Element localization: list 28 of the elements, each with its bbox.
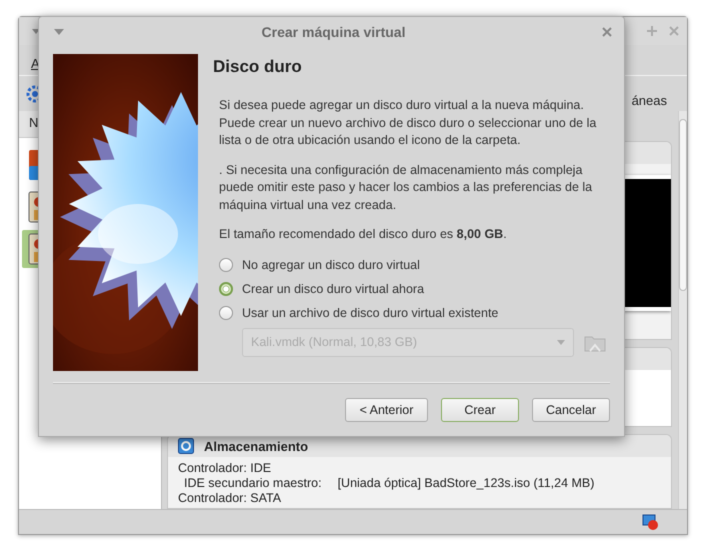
radio-button[interactable]: [219, 258, 233, 272]
panel-title: Almacenamiento: [204, 438, 308, 454]
radio-label[interactable]: Crear un disco duro virtual ahora: [242, 282, 424, 296]
scrollbar[interactable]: [678, 111, 687, 509]
dialog-button[interactable]: < Anterior: [345, 398, 428, 422]
close-icon[interactable]: [669, 26, 679, 36]
network-alert-icon[interactable]: [642, 514, 659, 530]
storage-value: [Uniada óptica] BadStore_123s.iso (11,24 MB): [338, 476, 594, 492]
window-menu-icon[interactable]: [53, 27, 65, 36]
description-text: Si desea puede agregar un disco duro virtual a la nueva máquina. Puede crear un nuevo archivo de disco duro o seleccionar uno de la lista o de otra ubicación usando el icono de la carpeta.: [219, 97, 598, 149]
dialog-button[interactable]: Crear: [441, 398, 519, 422]
maximize-icon[interactable]: [647, 26, 657, 36]
storage-label: Controlador: SATA: [178, 491, 282, 506]
storage-label: IDE secundario maestro:: [184, 476, 322, 492]
storage-icon: [178, 438, 194, 454]
radio-button[interactable]: [219, 282, 233, 296]
close-icon[interactable]: [602, 26, 612, 36]
radio-label[interactable]: No agregar un disco duro virtual: [242, 258, 420, 272]
column-header: N: [29, 115, 38, 130]
toolbar-label[interactable]: áneas: [632, 79, 681, 108]
radio-button[interactable]: [219, 306, 233, 320]
description-text: . Si necesita una configuración de almacenamiento más compleja puede omitir este paso y hacer los cambios a las preferencias de la máquina virtual una vez creada.: [219, 162, 594, 214]
dialog-title: Crear máquina virtual: [260, 24, 406, 40]
page-heading: Disco duro: [213, 57, 303, 77]
description-text: El tamaño recomendado del disco duro es 8,00 GB.: [219, 226, 508, 243]
dialog-button[interactable]: Cancelar: [532, 398, 610, 422]
storage-label: Controlador: IDE: [178, 461, 272, 476]
radio-label[interactable]: Usar un archivo de disco duro virtual existente: [242, 306, 498, 320]
